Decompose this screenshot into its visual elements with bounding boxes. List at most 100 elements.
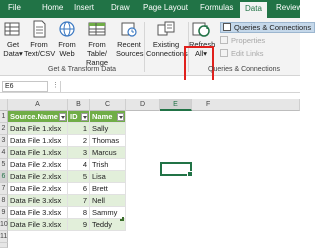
formula-bar-grip-icon: ⋮ [52, 82, 59, 89]
table-cell[interactable]: 2 [68, 135, 90, 147]
from-web-label: From [58, 40, 76, 49]
ribbon-tab-bar: File Home Insert Draw Page Layout Formul… [0, 0, 302, 18]
row-header-8[interactable]: 8 [0, 195, 8, 207]
recent-sources-label-2: Sources [116, 49, 144, 58]
edit-links-label: Edit Links [231, 49, 264, 58]
filter-dropdown-icon[interactable] [81, 113, 88, 121]
table-header-name[interactable]: Name [90, 111, 126, 123]
table-cell[interactable]: Data File 2.xlsx [8, 183, 68, 195]
existing-connections-icon [156, 20, 176, 38]
row-header-12[interactable] [0, 243, 8, 248]
get-transform-group-label: Get & Transform Data [48, 66, 117, 73]
column-header-a[interactable]: A [8, 99, 68, 111]
filter-dropdown-icon[interactable] [59, 113, 66, 121]
column-header-b[interactable]: B [68, 99, 90, 111]
row-header-3[interactable]: 3 [0, 135, 8, 147]
edit-links-button[interactable]: Edit Links [220, 49, 264, 58]
get-data-label-2: Data [3, 49, 20, 58]
table-cell[interactable]: 4 [68, 159, 90, 171]
table-cell[interactable]: 3 [68, 147, 90, 159]
column-header-d[interactable]: D [126, 99, 160, 111]
from-text-csv-button[interactable]: From Text/CSV [24, 20, 56, 58]
row-header-4[interactable]: 4 [0, 147, 8, 159]
get-data-label: Get [6, 40, 20, 49]
active-cell-e6[interactable] [160, 162, 193, 177]
table-cell[interactable]: Nell [90, 195, 126, 207]
ribbon-separator [144, 22, 145, 72]
refresh-all-highlight [184, 46, 214, 84]
row-header-1[interactable]: 1 [0, 111, 8, 123]
table-cell[interactable]: Marcus [90, 147, 126, 159]
tab-insert[interactable]: Insert [74, 3, 94, 12]
recent-sources-button[interactable]: Recent Sources [116, 20, 144, 58]
properties-label: Properties [231, 36, 266, 45]
row-header-10[interactable]: 10 [0, 219, 8, 231]
from-web-label-2: Web [59, 49, 75, 58]
tab-home[interactable]: Home [42, 3, 63, 12]
row-header-9[interactable]: 9 [0, 207, 8, 219]
column-header-c[interactable]: C [90, 99, 126, 111]
from-web-button[interactable]: From Web [56, 20, 78, 58]
table-cell[interactable]: Data File 2.xlsx [8, 159, 68, 171]
table-cell[interactable]: Sally [90, 123, 126, 135]
column-header-e[interactable]: E [160, 99, 192, 111]
table-cell[interactable]: Lisa [90, 171, 126, 183]
name-box[interactable]: E6 [2, 81, 48, 92]
recent-sources-label: Recent [117, 40, 141, 49]
table-cell[interactable]: 5 [68, 171, 90, 183]
tab-review[interactable]: Review [276, 3, 302, 12]
recent-sources-icon [119, 20, 139, 38]
text-file-icon [29, 20, 49, 38]
globe-icon [57, 20, 77, 38]
get-data-button[interactable]: Get Data▾ [2, 20, 24, 58]
table-cell[interactable]: Data File 2.xlsx [8, 171, 68, 183]
edit-links-icon [220, 49, 228, 57]
table-header-id[interactable]: ID [68, 111, 90, 123]
worksheet-grid[interactable]: A B C D E F 1 2 3 4 5 6 7 8 9 10 11 Sour… [0, 99, 300, 248]
row-header-5[interactable]: 5 [0, 159, 8, 171]
existing-connections-button[interactable]: Existing Connections [146, 20, 188, 58]
properties-button[interactable]: Properties [220, 36, 265, 45]
chevron-down-icon: ▾ [19, 49, 23, 58]
queries-connections-group-label: Queries & Connections [208, 66, 280, 73]
tab-page-layout[interactable]: Page Layout [143, 3, 188, 12]
row-header-6[interactable]: 6 [0, 171, 8, 183]
tab-file[interactable]: File [8, 3, 21, 12]
tab-data[interactable]: Data [240, 2, 267, 18]
ribbon: Get Data▾ From Text/CSV From Web From Ta… [0, 18, 316, 84]
table-cell[interactable]: Brett [90, 183, 126, 195]
table-cell[interactable]: Data File 3.xlsx [8, 207, 68, 219]
table-cell[interactable]: Thomas [90, 135, 126, 147]
from-text-label-2: Text/CSV [24, 49, 56, 58]
tab-formulas[interactable]: Formulas [200, 3, 233, 12]
table-cell[interactable]: Data File 1.xlsx [8, 147, 68, 159]
from-text-label: From [30, 40, 48, 49]
from-table-range-button[interactable]: From Table/ Range [80, 20, 114, 67]
table-cell[interactable]: 1 [68, 123, 90, 135]
table-header-source-name[interactable]: Source.Name [8, 111, 68, 123]
row-header-11[interactable]: 11 [0, 231, 8, 243]
formula-bar: E6 ⋮ [0, 80, 300, 93]
table-cell[interactable]: Data File 3.xlsx [8, 195, 68, 207]
existing-connections-label-2: Connections [146, 49, 188, 58]
from-table-label: From Table/ [86, 40, 107, 58]
row-header-2[interactable]: 2 [0, 123, 8, 135]
column-header-f[interactable]: F [192, 99, 300, 111]
table-cell[interactable]: 7 [68, 195, 90, 207]
queries-connections-button[interactable]: Queries & Connections [220, 22, 316, 33]
table-cell[interactable]: Data File 1.xlsx [8, 123, 68, 135]
queries-connections-icon [223, 23, 231, 31]
table-resize-handle[interactable] [120, 217, 124, 221]
queries-connections-label: Queries & Connections [234, 23, 312, 32]
table-cell[interactable]: Trish [90, 159, 126, 171]
row-header-7[interactable]: 7 [0, 183, 8, 195]
table-cell[interactable]: 8 [68, 207, 90, 219]
formula-input[interactable] [64, 81, 298, 92]
select-all-corner[interactable] [0, 99, 8, 111]
table-cell[interactable]: 9 [68, 219, 90, 231]
table-cell[interactable]: Data File 3.xlsx [8, 219, 68, 231]
table-cell[interactable]: 6 [68, 183, 90, 195]
tab-draw[interactable]: Draw [111, 3, 130, 12]
table-cell[interactable]: Data File 1.xlsx [8, 135, 68, 147]
filter-dropdown-icon[interactable] [117, 113, 124, 121]
